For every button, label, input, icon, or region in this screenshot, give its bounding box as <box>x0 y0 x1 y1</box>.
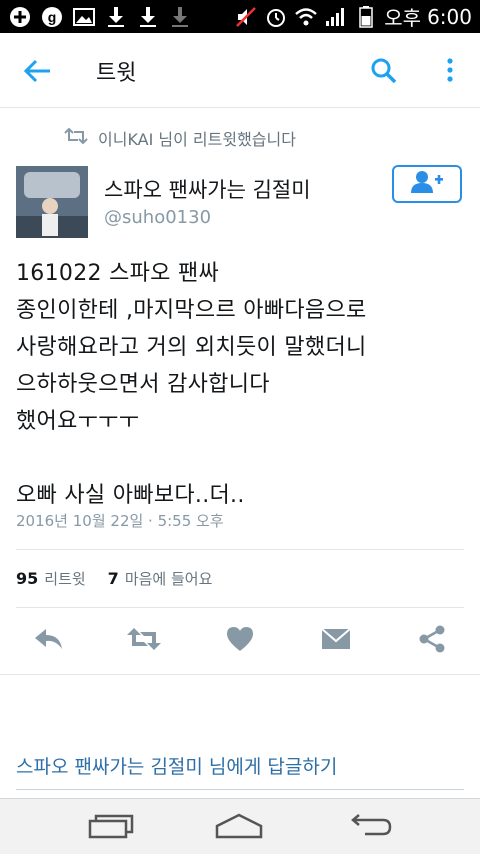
system-nav-bar <box>0 798 480 854</box>
tweet-text: 161022 스파오 팬싸 종인이한테 ,마지막으르 아빠다음으로 사랑해요라고… <box>16 261 367 508</box>
download-done-icon <box>168 6 192 28</box>
download-icon <box>136 6 160 28</box>
add-icon <box>8 6 32 28</box>
back-nav-icon[interactable] <box>344 809 394 843</box>
wifi-icon <box>294 6 318 28</box>
retweet-count-label[interactable]: 리트윗 <box>44 568 85 589</box>
reply-input[interactable]: 스파오 팬싸가는 김절미 님에게 답글하기 <box>16 752 337 779</box>
back-arrow-icon[interactable] <box>22 55 54 87</box>
mute-icon <box>234 6 258 28</box>
follow-button[interactable] <box>392 165 462 203</box>
tweet-actions <box>0 615 480 665</box>
status-period: 오후 <box>384 6 422 30</box>
retweet-icon <box>64 127 88 148</box>
like-heart-icon[interactable] <box>222 623 258 655</box>
tweet-timestamp: 2016년 10월 22일 · 5:55 오후 <box>16 512 224 530</box>
home-icon[interactable] <box>214 809 264 843</box>
recent-apps-icon[interactable] <box>86 809 136 843</box>
retweet-icon[interactable] <box>126 623 162 655</box>
author-name[interactable]: 스파오 팬싸가는 김절미 <box>104 174 311 204</box>
like-count-label[interactable]: 마음에 들어요 <box>125 568 213 589</box>
battery-icon <box>354 5 378 28</box>
svg-text:g: g <box>48 9 57 25</box>
signal-icon <box>324 6 348 28</box>
author-handle[interactable]: @suho0130 <box>104 207 211 228</box>
avatar[interactable] <box>16 166 88 238</box>
like-count[interactable]: 7 <box>108 569 119 588</box>
retweet-count[interactable]: 95 <box>16 569 38 588</box>
retweeted-by[interactable]: 이니KAI 님이 리트윗했습니다 <box>64 124 296 152</box>
search-icon[interactable] <box>368 55 400 87</box>
image-icon <box>72 6 96 28</box>
share-icon[interactable] <box>414 623 450 655</box>
download-icon <box>104 6 128 28</box>
divider <box>16 607 464 608</box>
reply-icon[interactable] <box>30 623 66 655</box>
status-time: 6:00 <box>427 4 472 29</box>
direct-message-icon[interactable] <box>318 623 354 655</box>
g-app-icon: g <box>40 6 64 28</box>
divider <box>0 674 480 675</box>
status-bar: g 오후 6:00 <box>0 0 480 33</box>
page-title: 트윗 <box>96 61 137 86</box>
reply-input-underline <box>16 789 464 790</box>
app-bar: 트윗 <box>0 33 480 108</box>
more-options-icon[interactable] <box>440 55 460 87</box>
add-user-icon <box>410 170 444 198</box>
divider <box>16 549 464 550</box>
tweet-stats: 95 리트윗 7 마음에 들어요 <box>16 568 212 589</box>
alarm-icon <box>264 6 288 28</box>
retweeted-by-text: 이니KAI 님이 리트윗했습니다 <box>98 130 296 149</box>
